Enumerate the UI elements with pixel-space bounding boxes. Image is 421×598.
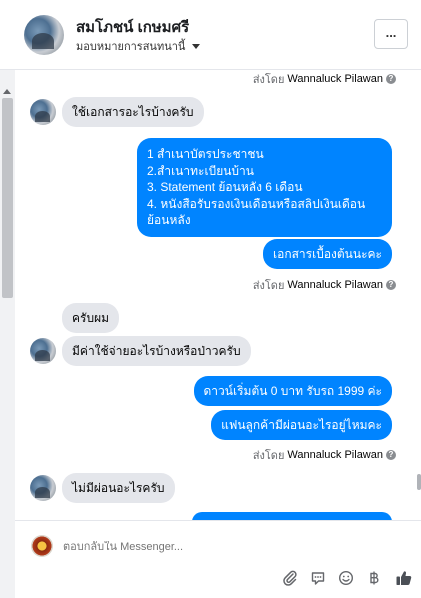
message-line: 2.สำเนาทะเบียนบ้าน — [147, 163, 254, 178]
baht-icon[interactable] — [365, 569, 383, 587]
avatar — [30, 99, 56, 125]
incoming-message[interactable]: ใช้เอกสารอะไรบ้างครับ — [62, 97, 204, 127]
avatar[interactable] — [24, 15, 64, 55]
emoji-icon[interactable] — [337, 569, 355, 587]
message-line: 1 สำเนาบัตรประชาชน — [147, 147, 264, 161]
attach-icon[interactable] — [281, 569, 299, 587]
caret-down-icon — [192, 43, 201, 49]
agent-name: Wannaluck Pilawan — [287, 279, 383, 291]
right-scrollbar[interactable] — [414, 70, 421, 520]
sent-by-prefix: ส่งโดย — [252, 280, 285, 292]
scrollbar-thumb[interactable] — [2, 98, 13, 298]
sticker-icon[interactable] — [309, 569, 327, 587]
message-line: 4. หนังสือรับรองเงินเดือนหรือสลิปเงินเดื… — [147, 196, 366, 228]
help-icon[interactable]: ? — [386, 74, 396, 84]
outgoing-message[interactable]: แฟนลูกค้ามีผ่อนอะไรอยู่ไหมคะ — [211, 410, 392, 440]
contact-name[interactable]: สมโภชน์ เกษมศรี — [76, 15, 189, 39]
sent-by-label: ส่งโดย Wannaluck Pilawan ? — [253, 276, 396, 294]
incoming-message[interactable]: ครับผม — [62, 303, 120, 333]
assign-label: มอบหมายการสนทนานี้ — [76, 41, 186, 53]
sent-by-label: ส่งโดย Wannaluck Pilawan ? — [253, 446, 396, 464]
outgoing-message[interactable]: เอกสารเบื้องต้นนะคะ — [263, 239, 392, 269]
sent-by-prefix: ส่งโดย — [252, 74, 285, 86]
conversation-header: สมโภชน์ เกษมศรี มอบหมายการสนทนานี้ ... — [0, 0, 421, 70]
agent-name: Wannaluck Pilawan — [287, 73, 383, 85]
help-icon[interactable]: ? — [386, 280, 396, 290]
outgoing-message[interactable] — [192, 512, 392, 520]
agent-name: Wannaluck Pilawan — [287, 449, 383, 461]
left-scrollbar[interactable] — [0, 70, 15, 598]
more-options-button[interactable]: ... — [374, 19, 408, 49]
messenger-window: สมโภชน์ เกษมศรี มอบหมายการสนทนานี้ ... ส… — [0, 0, 421, 598]
incoming-message[interactable]: มีค่าใช้จ่ายอะไรบ้างหรือป่าวครับ — [62, 336, 251, 366]
avatar — [30, 475, 56, 501]
like-icon[interactable] — [395, 569, 413, 587]
help-icon[interactable]: ? — [386, 450, 396, 460]
avatar — [30, 338, 56, 364]
page-avatar — [31, 535, 53, 557]
assign-conversation-dropdown[interactable]: มอบหมายการสนทนานี้ — [76, 37, 201, 55]
outgoing-message[interactable]: 1 สำเนาบัตรประชาชน 2.สำเนาทะเบียนบ้าน 3.… — [137, 138, 392, 237]
sent-by-label: ส่งโดย Wannaluck Pilawan ? — [253, 70, 396, 88]
reply-input[interactable] — [63, 541, 383, 553]
outgoing-message[interactable]: ดาวน์เริ่มต้น 0 บาท รับรถ 1999 ค่ะ — [193, 376, 392, 406]
scroll-up-arrow-icon[interactable] — [3, 89, 11, 94]
message-list: ส่งโดย Wannaluck Pilawan ? ใช้เอกสารอะไร… — [15, 70, 414, 520]
scrollbar-thumb[interactable] — [417, 474, 421, 490]
reply-composer — [15, 520, 421, 598]
incoming-message[interactable]: ไม่มีผ่อนอะไรครับ — [62, 473, 175, 503]
sent-by-prefix: ส่งโดย — [252, 450, 285, 462]
message-line: 3. Statement ย้อนหลัง 6 เดือน — [147, 180, 303, 195]
